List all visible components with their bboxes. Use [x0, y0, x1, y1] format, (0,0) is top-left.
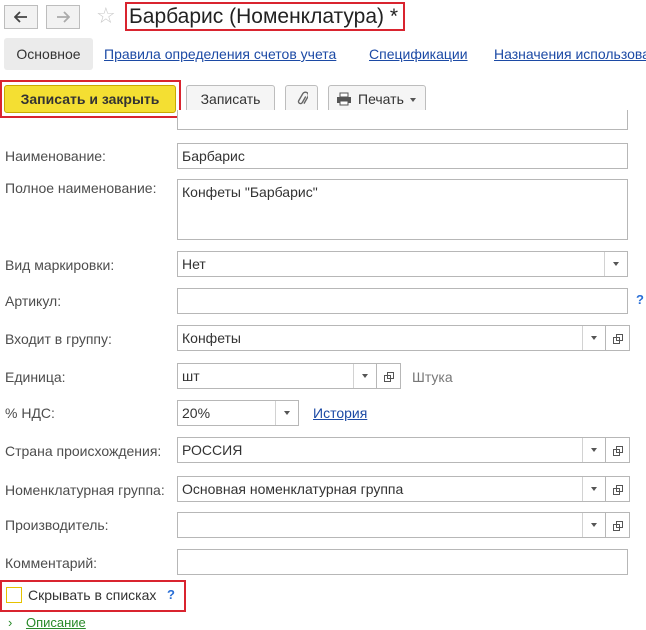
name-label: Наименование:	[5, 148, 106, 164]
country-select[interactable]: РОССИЯ	[177, 437, 606, 463]
back-button[interactable]	[4, 5, 38, 29]
full-name-label: Полное наименование:	[5, 180, 157, 196]
paperclip-icon	[297, 91, 308, 105]
comment-input[interactable]	[177, 549, 628, 575]
tab-specifications[interactable]: Спецификации	[369, 46, 468, 62]
group-dropdown-button[interactable]	[582, 326, 605, 350]
marking-value: Нет	[182, 256, 206, 272]
group-label: Входит в группу:	[5, 331, 112, 347]
vat-history-link[interactable]: История	[313, 405, 367, 421]
comment-label: Комментарий:	[5, 555, 98, 571]
tab-main-label: Основное	[16, 46, 81, 62]
group-open-button[interactable]	[606, 325, 630, 351]
open-window-icon	[384, 371, 394, 382]
nom-group-dropdown-button[interactable]	[582, 477, 605, 501]
country-open-button[interactable]	[606, 437, 630, 463]
marking-select[interactable]: Нет	[177, 251, 628, 277]
nom-group-select[interactable]: Основная номенклатурная группа	[177, 476, 606, 502]
print-label: Печать	[358, 91, 404, 107]
group-value: Конфеты	[182, 330, 241, 346]
chevron-down-icon	[591, 523, 597, 527]
unit-select[interactable]: шт	[177, 363, 377, 389]
vat-label: % НДС:	[5, 405, 55, 421]
favorite-star-icon[interactable]: ☆	[96, 3, 116, 29]
country-value: РОССИЯ	[182, 442, 243, 458]
article-label: Артикул:	[5, 293, 62, 309]
chevron-down-icon	[284, 411, 290, 415]
arrow-right-icon	[57, 11, 70, 23]
save-button[interactable]: Записать	[186, 85, 275, 113]
manufacturer-dropdown-button[interactable]	[582, 513, 605, 537]
name-input[interactable]: Барбарис	[177, 143, 628, 169]
window-title-text: Барбарис (Номенклатура) *	[129, 5, 399, 28]
chevron-down-icon	[591, 336, 597, 340]
chevron-down-icon	[409, 98, 416, 102]
full-name-textarea[interactable]: Конфеты "Барбарис"	[177, 179, 628, 240]
unit-label: Единица:	[5, 369, 66, 385]
hide-in-lists-help-icon[interactable]: ?	[167, 587, 175, 602]
country-dropdown-button[interactable]	[582, 438, 605, 462]
unit-value: шт	[182, 368, 200, 384]
chevron-down-icon	[591, 448, 597, 452]
tab-main[interactable]: Основное	[4, 38, 93, 70]
arrow-left-icon	[14, 11, 27, 23]
country-label: Страна происхождения:	[5, 443, 162, 459]
forward-button[interactable]	[46, 5, 80, 29]
chevron-down-icon	[362, 374, 368, 378]
nom-group-label: Номенклатурная группа:	[5, 482, 165, 498]
tab-usage[interactable]: Назначения использования	[494, 46, 646, 62]
nom-group-value: Основная номенклатурная группа	[182, 481, 404, 497]
vat-dropdown-button[interactable]	[275, 401, 298, 425]
manufacturer-label: Производитель:	[5, 517, 109, 533]
chevron-down-icon	[613, 262, 619, 266]
marking-dropdown-button[interactable]	[604, 252, 627, 276]
unit-full-name: Штука	[412, 369, 453, 385]
nom-group-open-button[interactable]	[606, 476, 630, 502]
hide-in-lists-checkbox[interactable]	[6, 587, 22, 603]
article-input[interactable]	[177, 288, 628, 314]
unit-dropdown-button[interactable]	[353, 364, 376, 388]
vat-value: 20%	[182, 405, 211, 421]
save-and-close-button[interactable]: Записать и закрыть	[4, 85, 176, 113]
unit-open-button[interactable]	[377, 363, 401, 389]
article-help-icon[interactable]: ?	[636, 292, 644, 307]
hide-in-lists-label[interactable]: Скрывать в списках	[28, 587, 156, 603]
manufacturer-select[interactable]	[177, 512, 606, 538]
manufacturer-open-button[interactable]	[606, 512, 630, 538]
open-window-icon	[613, 333, 623, 344]
attach-button[interactable]	[285, 85, 318, 113]
chevron-down-icon	[591, 487, 597, 491]
window-title: Барбарис (Номенклатура) *	[125, 2, 406, 31]
print-button[interactable]: Печать	[328, 85, 426, 113]
open-window-icon	[613, 484, 623, 495]
open-window-icon	[613, 520, 623, 531]
scrolled-field	[177, 110, 628, 130]
marking-label: Вид маркировки:	[5, 257, 115, 273]
tab-accounting-rules[interactable]: Правила определения счетов учета	[104, 46, 336, 62]
group-select[interactable]: Конфеты	[177, 325, 606, 351]
printer-icon	[337, 92, 351, 106]
vat-select[interactable]: 20%	[177, 400, 299, 426]
open-window-icon	[613, 445, 623, 456]
